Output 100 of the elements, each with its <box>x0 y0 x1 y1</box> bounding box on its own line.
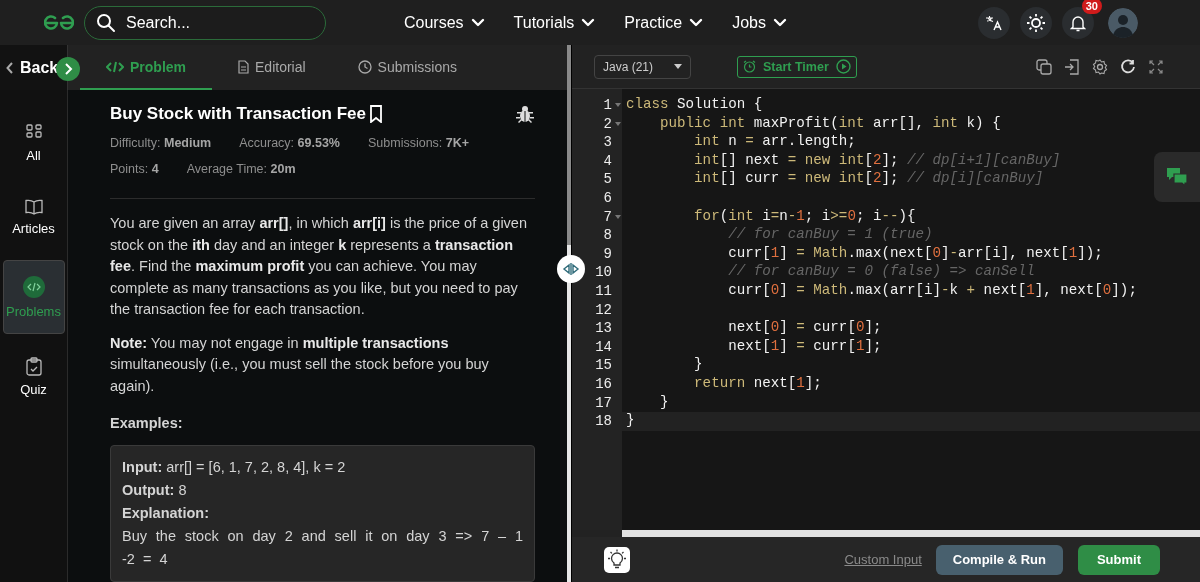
example-output-text: Output: 8 <box>122 482 187 498</box>
bell-icon <box>1070 13 1086 32</box>
fold-icon[interactable] <box>615 121 621 126</box>
sidebar-item[interactable]: Quiz <box>2 346 65 408</box>
expand-icon[interactable] <box>56 57 80 81</box>
sidebar-item[interactable]: Problems <box>2 260 65 334</box>
tab[interactable]: Editorial <box>212 45 332 90</box>
code-line: int[] curr = new int[2]; // dp[i][canBuy] <box>693 170 1044 187</box>
examples-heading: Examples: <box>110 415 184 431</box>
code-line: // for canBuy = 1 (true) <box>727 226 933 243</box>
explanation-text: Buy the stock on day 2 and sell it on day 3 => 7 – 1 -2 = 4 <box>122 527 523 569</box>
description-paragraph: You are given an array arr[], in which arr[i] is the price of a given stock on the ith day and an integer k represents a transaction fee. Find the maximum profit you can achieve. You may complete as many transactions as you like, but you need to pay the transaction fee for each transaction. <box>110 214 528 319</box>
notification-badge: 30 <box>1081 0 1102 14</box>
theme-button[interactable] <box>1020 6 1052 39</box>
line-number: 5 <box>602 170 613 189</box>
resize-icon <box>562 263 580 275</box>
line-number: 18 <box>594 412 613 431</box>
fold-icon[interactable] <box>615 103 621 107</box>
sidebar-item[interactable]: Articles <box>2 186 65 248</box>
lightbulb-icon[interactable] <box>604 546 630 573</box>
nav-menu[interactable]: Tutorials <box>513 13 597 32</box>
description-paragraph: Note: You may not engage in multiple transactions simultaneously (i.e., you must sell the stock before you buy again). <box>110 333 490 396</box>
back-button[interactable]: Back <box>0 45 68 90</box>
code-line: return next[1]; <box>693 374 822 391</box>
chat-button[interactable] <box>1154 152 1200 202</box>
line-number: 11 <box>594 281 613 301</box>
language-dropdown[interactable]: Java (21) <box>594 54 691 79</box>
line-number: 13 <box>594 319 613 338</box>
meta-info: Accuracy: 69.53% <box>239 136 340 150</box>
custom-input-link[interactable]: Custom Input <box>844 552 922 567</box>
clock-icon <box>357 59 372 74</box>
document-icon <box>238 59 249 74</box>
start-timer-button[interactable]: Start Timer <box>737 55 857 78</box>
line-number: 7 <box>572 207 622 227</box>
meta-info: Points: 4 <box>110 162 159 176</box>
bug-icon[interactable] <box>515 104 535 124</box>
code-line: next[0] = curr[0]; <box>727 319 882 336</box>
book-icon <box>24 198 43 215</box>
code-line: for(int i=n-1; i>=0; i--){ <box>693 207 916 224</box>
import-icon[interactable] <box>1064 58 1080 75</box>
line-number: 3 <box>602 133 613 152</box>
alarm-icon <box>743 60 756 73</box>
code-line: curr[1] = Math.max(next[0]-arr[i], next[1]); <box>727 244 1103 261</box>
code-line: int[] next = new int[2]; // dp[i+1][canBuy] <box>693 151 1061 168</box>
line-number: 6 <box>602 188 613 208</box>
code-line: next[1] = curr[1]; <box>727 337 882 354</box>
tab[interactable]: Problem <box>80 45 212 90</box>
line-number: 8 <box>602 226 613 245</box>
line-number: 1 <box>572 96 622 115</box>
meta-info: Average Time: 20m <box>186 162 296 176</box>
code-line: class Solution { <box>626 96 763 112</box>
explanation-label: Explanation: <box>122 505 209 521</box>
example-input-text: Input: arr[] = [6, 1, 7, 2, 8, 4], k = 2 <box>122 459 346 475</box>
code-line: } <box>693 356 703 373</box>
compile-run-button[interactable]: Compile & Run <box>935 544 1063 575</box>
nav-menu[interactable]: Jobs <box>732 13 788 32</box>
settings-icon[interactable] <box>1092 58 1108 75</box>
resize-handle[interactable] <box>557 255 585 283</box>
code-line: // for canBuy = 0 (false) => canSell <box>727 263 1035 280</box>
nav-menu[interactable]: Courses <box>404 13 486 32</box>
horizontal-scrollbar[interactable] <box>622 530 1200 537</box>
reset-icon[interactable] <box>1120 58 1136 75</box>
code-line: curr[0] = Math.max(arr[i]-k + next[1], next[0]); <box>727 281 1137 298</box>
code-icon <box>106 60 124 73</box>
line-number: 4 <box>602 151 613 171</box>
chevron-left-icon <box>6 61 14 74</box>
sun-icon <box>1026 12 1046 33</box>
translate-icon <box>985 14 1003 31</box>
nav-menu[interactable]: Practice <box>624 13 705 32</box>
submit-button[interactable]: Submit <box>1077 544 1160 575</box>
play-icon <box>835 59 851 74</box>
bookmark-icon[interactable] <box>368 105 384 123</box>
caret-icon <box>674 64 682 69</box>
code-line: } <box>659 393 669 410</box>
line-number: 9 <box>602 244 613 264</box>
code-line: } <box>626 412 635 429</box>
line-number: 12 <box>594 300 613 320</box>
fullscreen-icon[interactable] <box>1148 58 1164 75</box>
search-icon <box>96 12 116 33</box>
problem-title: Buy Stock with Transaction Fee <box>110 104 366 124</box>
sidebar-item[interactable]: All <box>2 112 65 174</box>
line-number: 15 <box>594 356 613 375</box>
chat-icon <box>1166 167 1188 187</box>
translate-button[interactable] <box>978 6 1010 39</box>
code-icon <box>22 275 45 298</box>
line-number: 16 <box>594 374 613 394</box>
fold-icon[interactable] <box>615 214 621 219</box>
logo-icon[interactable] <box>44 13 74 32</box>
code-line: int n = arr.length; <box>693 133 856 150</box>
line-number: 17 <box>594 393 613 413</box>
search-field[interactable]: Search... <box>84 5 326 40</box>
line-number: 14 <box>594 337 613 357</box>
line-number: 2 <box>572 114 622 134</box>
meta-info: Submissions: 7K+ <box>368 136 470 150</box>
tab[interactable]: Submissions <box>331 45 483 90</box>
clipboard-icon <box>25 357 42 376</box>
meta-info: Difficulty: Medium <box>110 136 212 150</box>
line-number: 10 <box>594 263 613 282</box>
copy-icon[interactable] <box>1036 58 1052 75</box>
code-line: public int maxProfit(int arr[], int k) { <box>659 114 1001 131</box>
